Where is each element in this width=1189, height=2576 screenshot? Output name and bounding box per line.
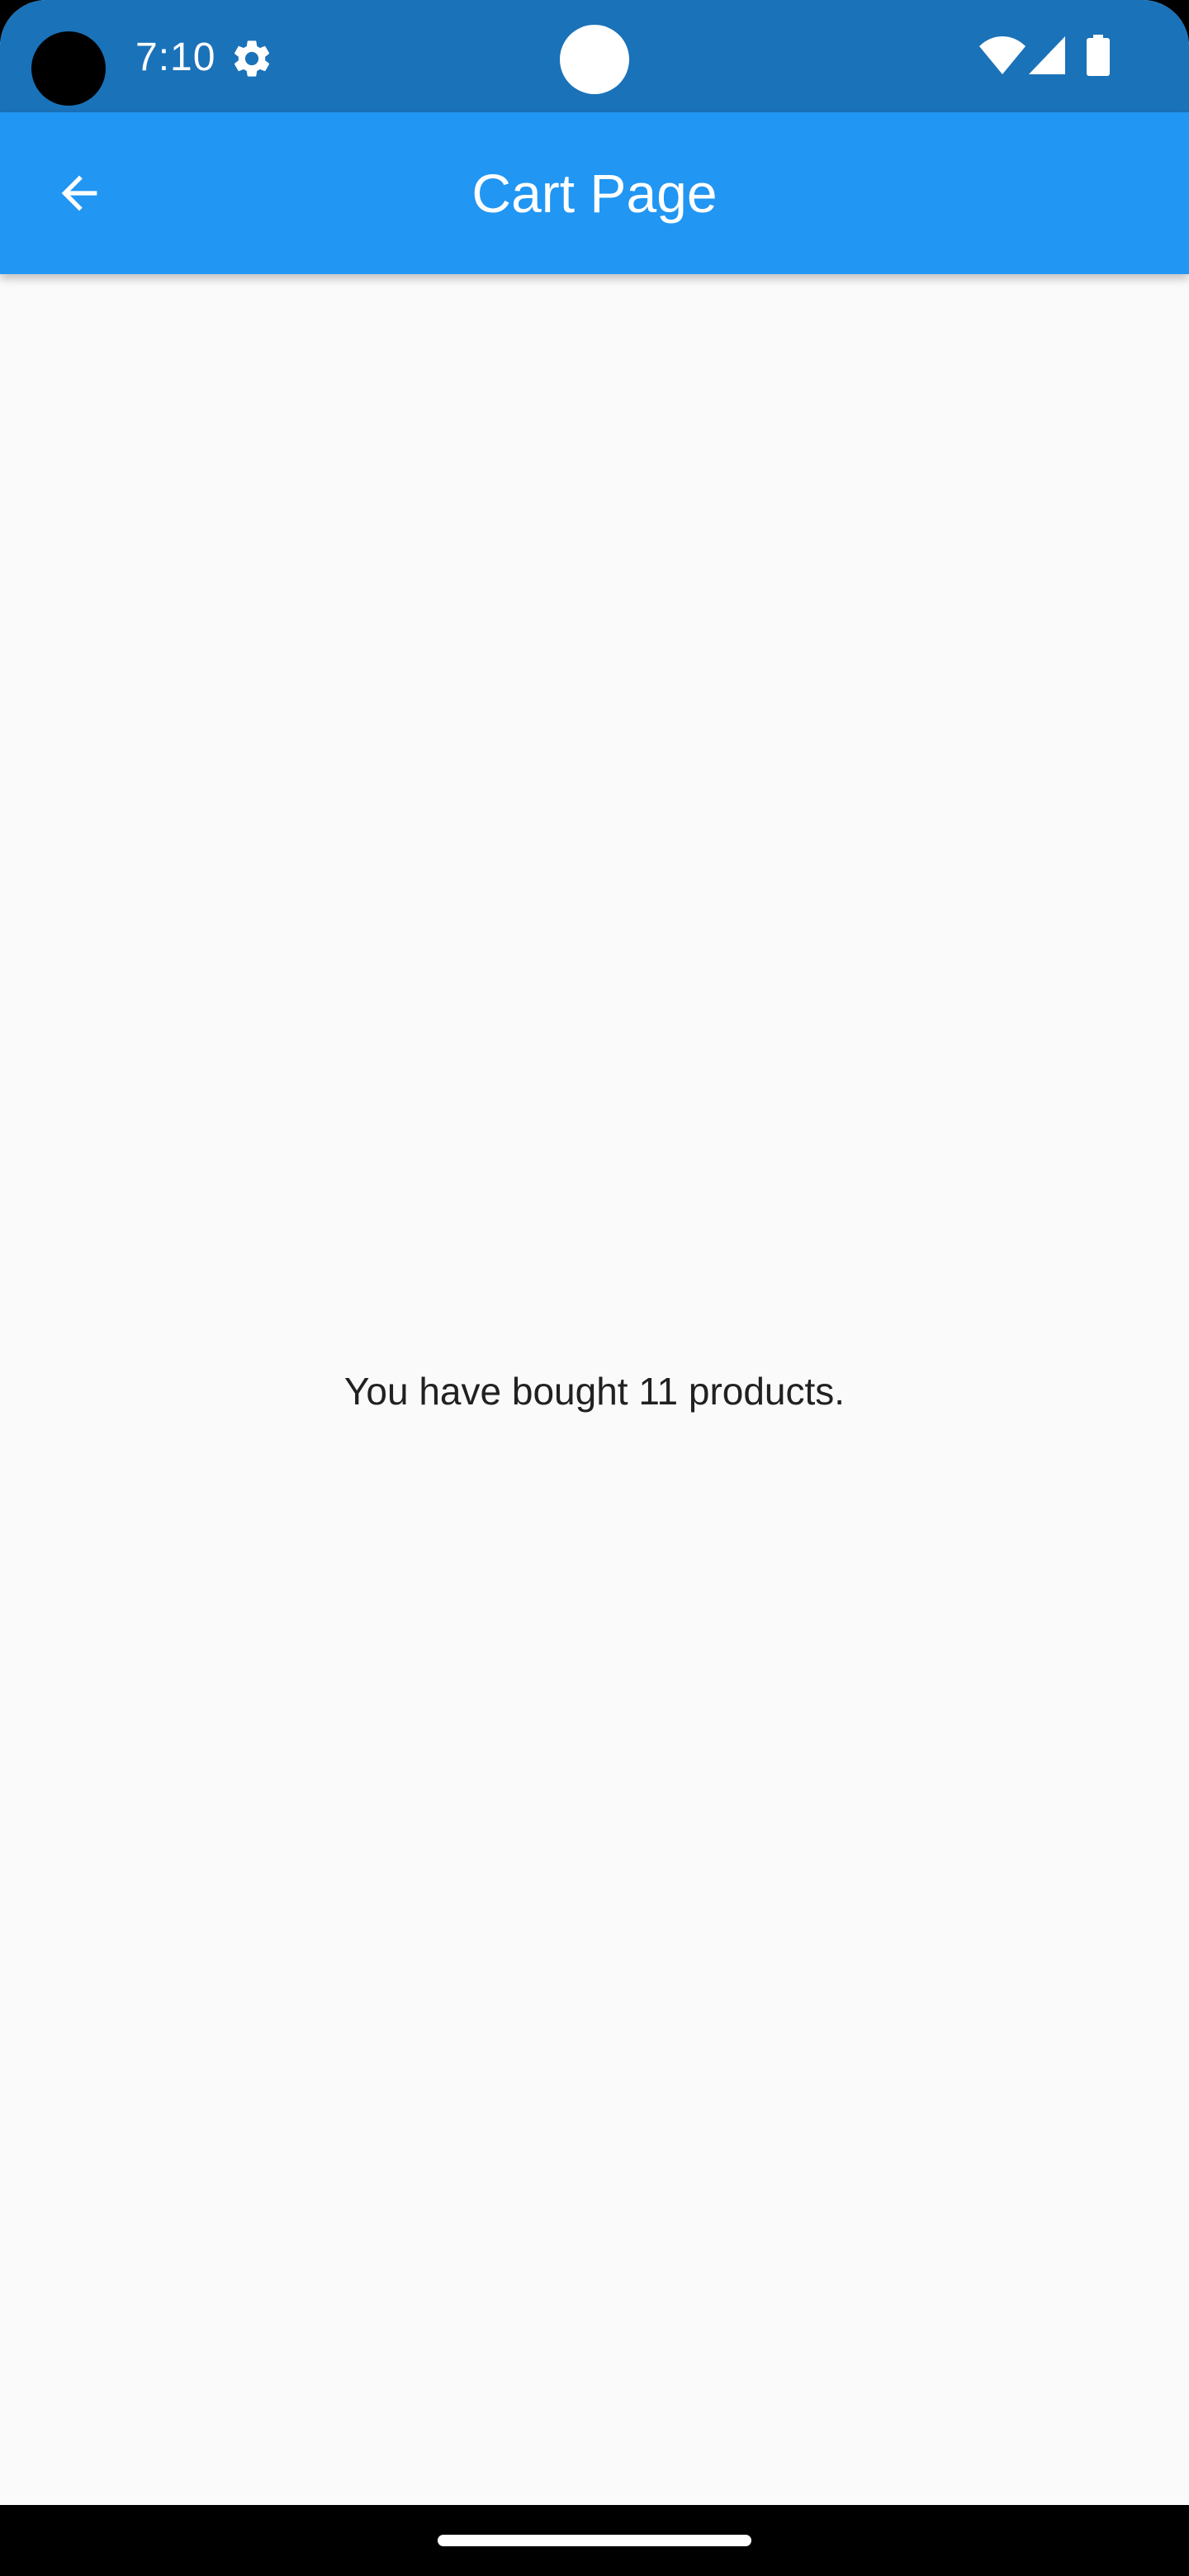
status-bar: 7:10 (0, 0, 1189, 112)
camera-cutout (31, 31, 106, 106)
arrow-back-icon (61, 175, 97, 211)
battery-icon (1087, 35, 1110, 76)
phone-screen: 7:10 Cart Page You have bought 11 produc… (0, 0, 1189, 2576)
back-button[interactable] (33, 147, 126, 239)
status-time: 7:10 (135, 36, 216, 79)
purchase-count-message: You have bought 11 products. (343, 1370, 846, 1413)
app-bar: Cart Page (0, 112, 1189, 274)
wifi-icon (979, 36, 1026, 74)
signal-icon (1029, 36, 1065, 74)
settings-icon (234, 40, 270, 77)
home-gesture-handle[interactable] (438, 2535, 751, 2546)
page-title: Cart Page (471, 163, 718, 224)
navigation-bar (0, 2505, 1189, 2576)
cart-content: You have bought 11 products. (0, 274, 1189, 2505)
front-sensor-dot (560, 25, 629, 94)
